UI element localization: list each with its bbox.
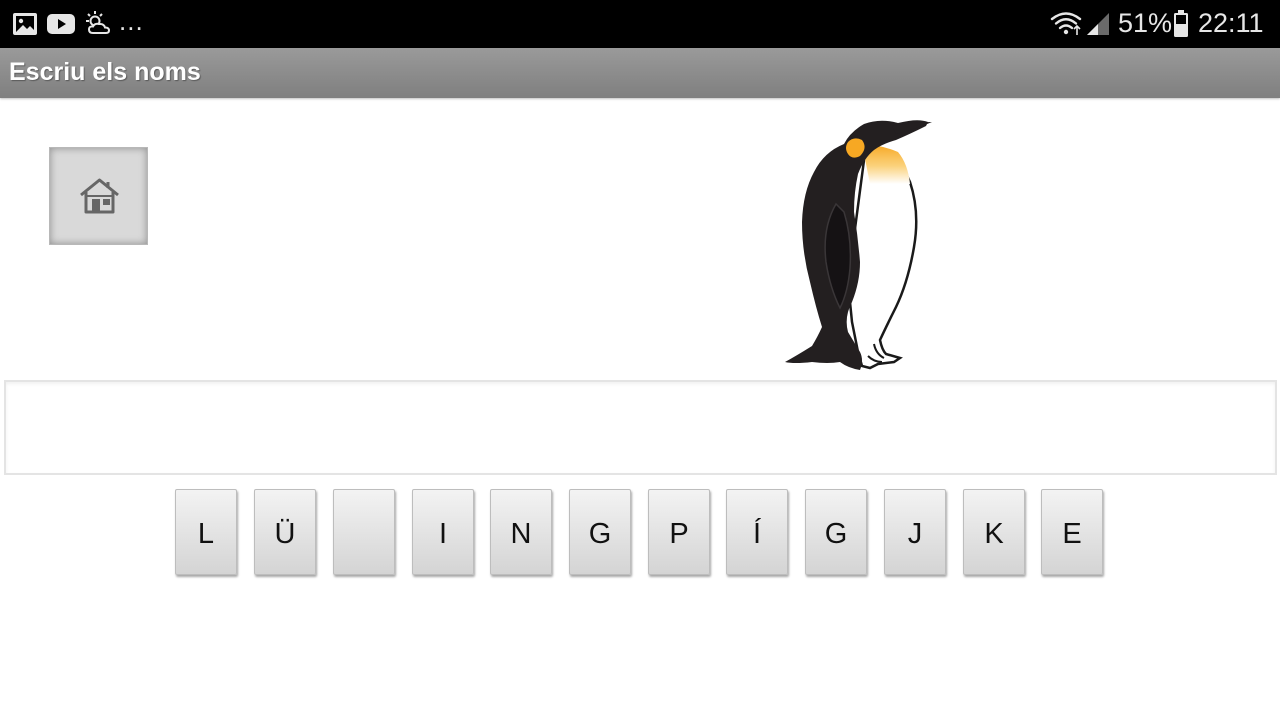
youtube-icon [47,14,75,34]
home-icon [80,178,119,214]
letter-tile[interactable]: Í [726,489,788,575]
home-button[interactable] [49,147,148,245]
letter-tile[interactable]: N [490,489,552,575]
status-bar: ... 51% 22:11 [0,0,1280,48]
answer-input[interactable] [4,380,1277,475]
letter-tile[interactable]: K [963,489,1025,575]
letter-tile[interactable]: Ü [254,489,316,575]
weather-icon [86,11,111,34]
letter-tile[interactable]: E [1041,489,1103,575]
battery-icon [1174,10,1188,37]
wifi-icon [1050,12,1082,35]
clock: 22:11 [1198,8,1264,38]
more-notifications-indicator: ... [119,6,144,36]
letter-tile[interactable]: P [648,489,710,575]
letter-tile[interactable]: G [569,489,631,575]
letter-tile[interactable]: L [175,489,237,575]
letter-tile[interactable]: J [884,489,946,575]
image-icon [13,13,37,35]
battery-percent: 51% [1118,8,1173,38]
action-bar: Escriu els noms [0,48,1280,98]
signal-icon [1087,13,1109,35]
penguin-image [785,120,932,370]
page-title: Escriu els noms [9,58,201,86]
letter-tile[interactable] [333,489,395,575]
letter-tile[interactable]: I [412,489,474,575]
letter-tile[interactable]: G [805,489,867,575]
